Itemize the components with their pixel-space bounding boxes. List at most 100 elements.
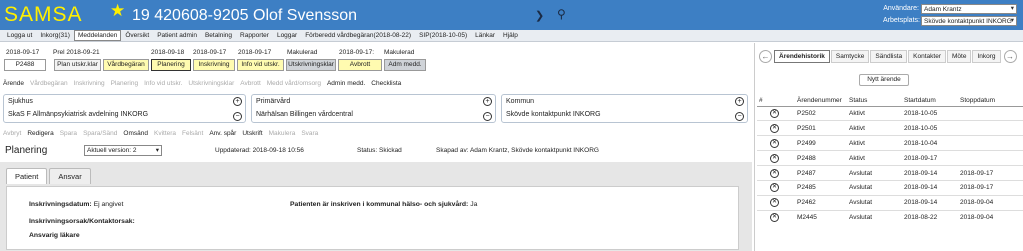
user-select[interactable]: Adam Krantz [921,4,1017,14]
next-arrow-icon[interactable]: → [1003,50,1017,63]
tab-inkorg[interactable]: Inkorg [972,50,1001,63]
close-icon[interactable]: ✕ [770,108,779,118]
menu-messages[interactable]: Meddelanden [73,30,122,41]
workplace-select[interactable]: Skövde kontaktpunkt INKORG [921,16,1017,26]
kommunal-value: Ja [470,201,478,208]
toolbar-inskrivning[interactable]: Inskrivning [74,78,105,89]
table-row[interactable]: ✕ P2485 Avslutat 2018-09-14 2018-09-17 [757,179,1023,196]
tab-mote[interactable]: Möte [947,50,972,63]
search-icon[interactable]: ⚲ [557,7,566,21]
toolbar-medd-vard[interactable]: Medd vård/omsorg [267,78,321,89]
version-select[interactable]: Aktuell version: 2 ▾ [84,145,162,156]
tab-sandlista[interactable]: Sändlista [870,50,908,63]
table-cell: M2445 [795,209,847,226]
add-icon[interactable]: + [735,97,744,106]
case-number-box[interactable]: P2488 [4,59,46,71]
main-menu: Logga ut Inkorg(31) Meddelanden Översikt… [0,30,1023,42]
table-cell: 2018-09-14 [902,165,958,181]
tab-ansvar[interactable]: Ansvar [49,168,91,184]
table-row[interactable]: ✕ P2488 Aktivt 2018-09-17 [757,150,1023,166]
new-case-button[interactable]: Nytt ärende [859,74,909,86]
orsak-label: Inskrivningsorsak/Kontaktorsak: [29,218,135,225]
toolbar-utskrivningsklar[interactable]: Utskrivningsklar [188,78,234,89]
prev-arrow-icon[interactable]: ← [759,50,772,63]
favorite-star-icon[interactable]: ★ [110,1,125,21]
close-icon[interactable]: ✕ [770,198,779,208]
menu-logout[interactable]: Logga ut [3,30,36,41]
toolbar-spara[interactable]: Spara [60,128,77,139]
table-row[interactable]: ✕ P2502 Aktivt 2018-10-05 [757,105,1023,121]
table-row[interactable]: ✕ M2445 Avslutat 2018-08-22 2018-09-04 [757,209,1023,226]
toolbar-svara[interactable]: Svara [301,128,318,139]
toolbar-checklista[interactable]: Checklista [371,78,401,89]
timeline-utskrivningsklar[interactable]: Utskrivningsklar [286,59,336,71]
menu-prepared-request[interactable]: Förberedd vårdbegäran(2018-08-22) [301,30,415,41]
table-row[interactable]: ✕ P2462 Avslutat 2018-09-14 2018-09-04 [757,194,1023,211]
close-icon[interactable]: ✕ [770,153,779,163]
menu-overview[interactable]: Översikt [121,30,153,41]
row-action-cell: ✕ [757,135,795,151]
toolbar-anv-spar[interactable]: Anv. spår [209,128,236,139]
close-icon[interactable]: ✕ [770,138,779,148]
sjukhus-card: Sjukhus SkaS F Allmänpsykiatrisk avdelni… [3,94,246,123]
menu-help[interactable]: Hjälp [499,30,522,41]
close-icon[interactable]: ✕ [770,168,779,178]
timeline-plan-utskr[interactable]: Plan utskr.klar [54,59,101,71]
menu-sip[interactable]: SIP(2018-10-05) [415,30,471,41]
tab-arendehistorik[interactable]: Ärendehistorik [774,50,830,63]
toolbar-avbrott[interactable]: Avbrott [240,78,260,89]
add-icon[interactable]: + [483,97,492,106]
timeline-planering[interactable]: Planering [151,59,191,71]
toolbar-omsand[interactable]: Omsänd [123,128,148,139]
toolbar-vardbegaran[interactable]: Vårdbegäran [30,78,68,89]
card-value: SkaS F Allmänpsykiatrisk avdelning INKOR… [8,111,149,118]
toolbar-felsant[interactable]: Felsänt [182,128,203,139]
toolbar-spara-sand[interactable]: Spara/Sänd [83,128,117,139]
case-toolbar: Ärende Vårdbegäran Inskrivning Planering… [0,78,752,89]
table-cell: 2018-10-05 [902,120,958,136]
remove-icon[interactable]: − [735,112,744,121]
table-row[interactable]: ✕ P2499 Aktivt 2018-10-04 [757,135,1023,151]
remove-icon[interactable]: − [483,112,492,121]
close-icon[interactable]: ✕ [770,123,779,133]
toolbar-planering[interactable]: Planering [111,78,138,89]
toolbar-admin-medd[interactable]: Admin medd. [327,78,365,89]
table-cell: P2502 [795,105,847,121]
close-icon[interactable]: ✕ [770,183,779,193]
timeline-info-utskr[interactable]: Info vid utskr. [237,59,284,71]
table-cell: Avslutat [847,209,902,226]
close-icon[interactable]: ✕ [770,213,779,223]
remove-icon[interactable]: − [233,112,242,121]
menu-patient-admin[interactable]: Patient admin [153,30,201,41]
menu-reports[interactable]: Rapporter [236,30,273,41]
toolbar-makulera[interactable]: Makulera [269,128,296,139]
table-cell [958,120,1023,136]
tab-patient[interactable]: Patient [6,168,48,184]
table-row[interactable]: ✕ P2501 Aktivt 2018-10-05 [757,120,1023,136]
timeline-adm-medd[interactable]: Adm medd. [384,59,426,71]
table-row[interactable]: ✕ P2487 Avslutat 2018-09-14 2018-09-17 [757,165,1023,181]
toolbar-utskrift[interactable]: Utskrift [242,128,262,139]
toolbar-avbryt[interactable]: Avbryt [3,128,21,139]
timeline-date: 2018-09-17 [6,49,40,56]
plan-content: Patient Ansvar Inskrivningsdatum: Ej ang… [0,162,752,251]
toolbar-info-utskr[interactable]: Info vid utskr. [144,78,182,89]
chevron-down-icon[interactable]: ❯ [535,9,544,22]
menu-payment[interactable]: Betalning [201,30,236,41]
tab-samtycke[interactable]: Samtycke [830,50,870,63]
menu-logs[interactable]: Loggar [273,30,301,41]
primarvard-card: Primärvård Närhälsan Billingen vårdcentr… [251,94,496,123]
toolbar-kvittera[interactable]: Kvittera [154,128,176,139]
timeline-vardbegaran[interactable]: Vårdbegäran [103,59,149,71]
menu-inbox[interactable]: Inkorg(31) [36,30,74,41]
tab-kontakter[interactable]: Kontakter [908,50,946,63]
created-by-text: Skapad av: Adam Krantz, Skövde kontaktpu… [436,147,599,154]
ansvarig-label: Ansvarig läkare [29,232,80,239]
table-cell: Avslutat [847,194,902,211]
timeline-avbrott[interactable]: Avbrott [338,59,382,71]
toolbar-arende[interactable]: Ärende [3,78,24,89]
timeline-inskrivning[interactable]: Inskrivning [193,59,235,71]
add-icon[interactable]: + [233,97,242,106]
toolbar-redigera[interactable]: Redigera [27,128,53,139]
menu-links[interactable]: Länkar [471,30,499,41]
